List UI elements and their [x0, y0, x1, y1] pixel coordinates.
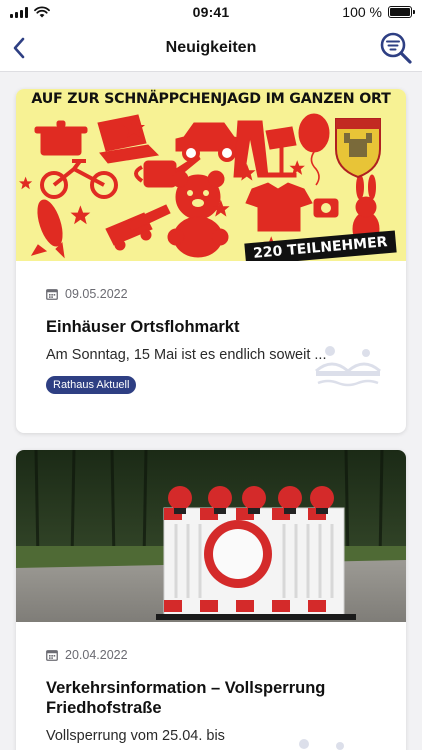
municipal-crest-icon	[335, 118, 381, 179]
battery-level-fill	[390, 8, 410, 16]
trousers-icon	[233, 120, 269, 178]
news-date: 20.04.2022	[65, 648, 128, 662]
news-image-flohmarkt-flyer: AUF ZUR SCHNÄPPCHENJAGD IM GANZEN ORT 22…	[16, 89, 406, 261]
search-filter-icon	[380, 32, 412, 64]
t-shirt-icon	[245, 182, 313, 232]
page-title: Neuigkeiten	[165, 39, 257, 56]
date-row: 20.04.2022	[46, 648, 128, 662]
news-title: Verkehrsinformation – Vollsperrung Fried…	[46, 679, 326, 717]
news-date: 09.05.2022	[65, 287, 128, 301]
news-image-road-barrier	[16, 450, 406, 622]
navigation-bar: Neuigkeiten	[0, 24, 422, 72]
teddy-bear-icon	[167, 170, 229, 258]
news-card[interactable]: 20.04.2022 Verkehrsinformation – Vollspe…	[16, 450, 406, 750]
status-bar: 09:41 100 %	[0, 0, 422, 24]
toy-car-icon	[175, 122, 243, 162]
lamp-icon	[265, 126, 297, 178]
laptop-icon	[97, 114, 160, 164]
camera-icon	[313, 198, 339, 218]
search-filter-button[interactable]	[378, 30, 414, 66]
news-feed[interactable]: AUF ZUR SCHNÄPPCHENJAGD IM GANZEN ORT 22…	[0, 73, 422, 750]
news-excerpt: Am Sonntag, 15 Mai ist es endlich soweit…	[46, 347, 327, 363]
calendar-icon	[46, 289, 58, 300]
bridge-watermark-icon	[315, 346, 381, 387]
rocket-icon	[30, 199, 65, 259]
balloon-icon	[298, 113, 330, 186]
balance-bike-icon	[40, 159, 118, 199]
bridge-watermark-icon	[299, 739, 344, 750]
barrier	[156, 486, 356, 620]
battery-percentage: 100 %	[342, 4, 382, 20]
date-row: 09.05.2022	[46, 287, 128, 301]
news-title: Einhäuser Ortsflohmarkt	[46, 318, 240, 336]
toy-truck-icon	[105, 204, 171, 251]
calendar-icon	[46, 650, 58, 661]
pot-icon	[34, 120, 88, 156]
news-card[interactable]: AUF ZUR SCHNÄPPCHENJAGD IM GANZEN ORT 22…	[16, 89, 406, 433]
battery-icon	[388, 6, 415, 18]
road-barrier-photo	[16, 450, 406, 622]
category-tag[interactable]: Rathaus Aktuell	[46, 376, 137, 394]
